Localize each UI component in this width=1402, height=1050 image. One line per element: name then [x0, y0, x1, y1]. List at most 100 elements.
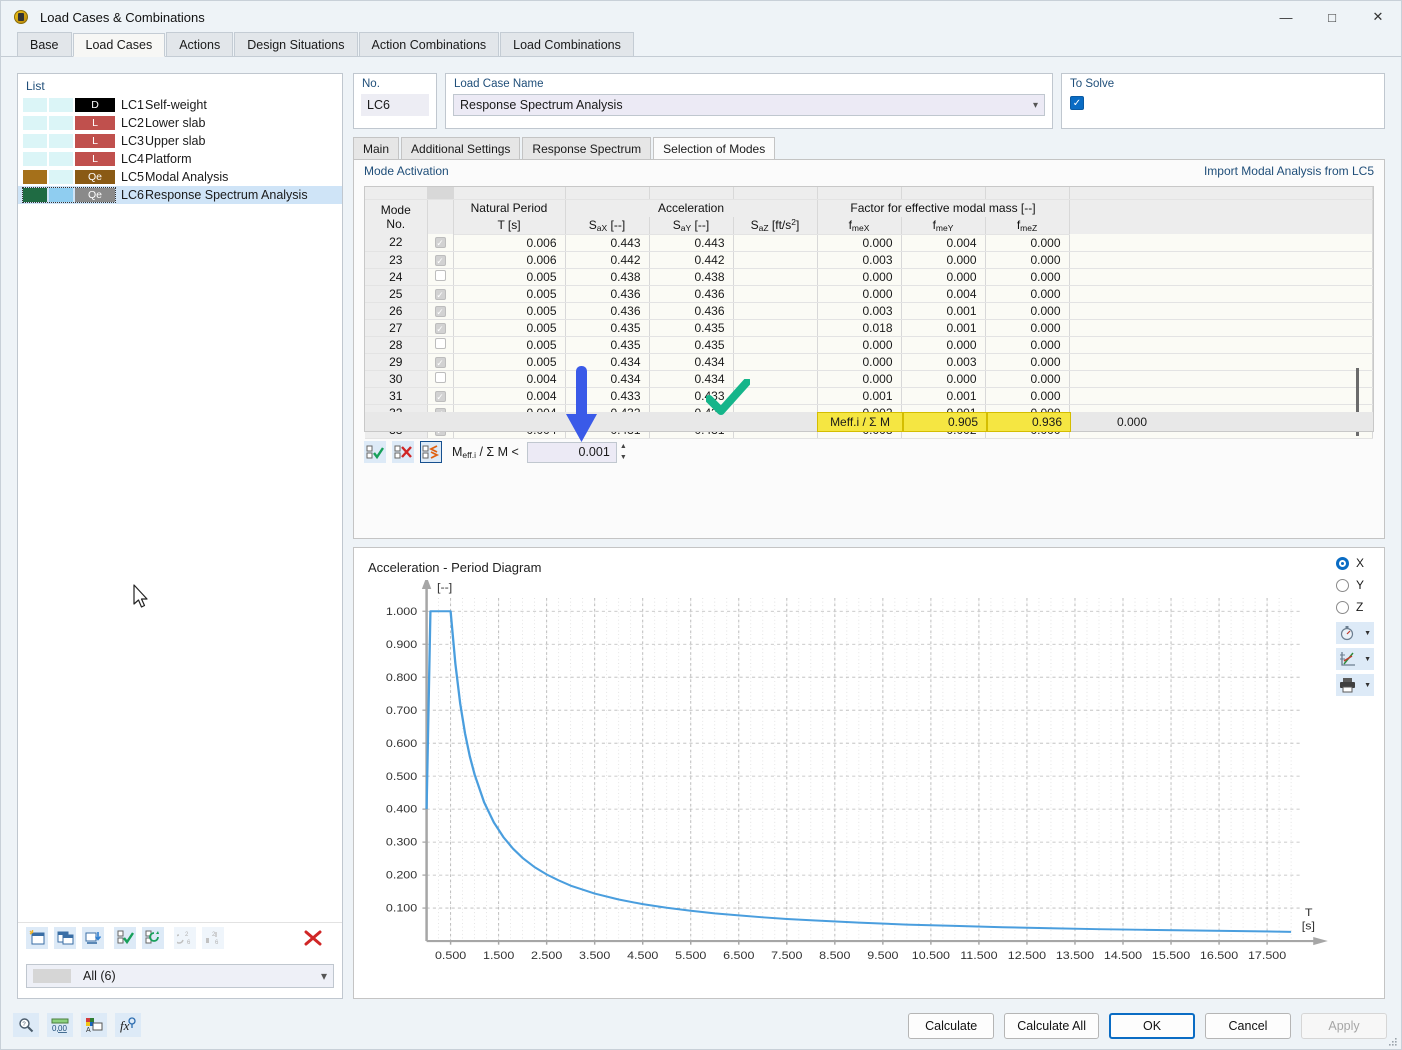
cell-fmeX[interactable]: 0.003	[817, 251, 901, 268]
cell-fmeZ[interactable]: 0.000	[985, 319, 1069, 336]
main-tab-load-combinations[interactable]: Load Combinations	[500, 32, 634, 56]
cell-SaY[interactable]: 0.443	[649, 234, 733, 251]
cell-SaX[interactable]: 0.433	[565, 387, 649, 404]
cell-fmeX[interactable]: 0.001	[817, 387, 901, 404]
maximize-icon[interactable]: □	[1309, 1, 1355, 33]
minimize-icon[interactable]: —	[1263, 1, 1309, 33]
diagram-settings-dropdown[interactable]: ▼	[1336, 648, 1374, 670]
mode-active-checkbox[interactable]: ✓	[427, 387, 453, 404]
activate-all-modes-button[interactable]	[364, 441, 386, 463]
table-row[interactable]: 27✓0.0050.4350.4350.0180.0010.000	[365, 319, 1373, 336]
load-case-no-value[interactable]: LC6	[361, 94, 429, 116]
activate-by-criterion-button[interactable]	[420, 441, 442, 463]
cell-fmeY[interactable]: 0.004	[901, 234, 985, 251]
cell-SaY[interactable]: 0.435	[649, 336, 733, 353]
cell-SaZ[interactable]	[733, 336, 817, 353]
cell-fmeY[interactable]: 0.001	[901, 302, 985, 319]
cell-T[interactable]: 0.005	[453, 319, 565, 336]
col-SaX[interactable]: SaX [--]	[565, 217, 649, 234]
list-filter-dropdown[interactable]: All (6) ▾	[26, 964, 334, 988]
cell-fmeY[interactable]: 0.003	[901, 353, 985, 370]
criterion-stepper[interactable]: ▲▼	[617, 442, 630, 463]
cell-SaX[interactable]: 0.434	[565, 353, 649, 370]
cell-SaX[interactable]: 0.434	[565, 370, 649, 387]
tab-additional-settings[interactable]: Additional Settings	[401, 137, 520, 159]
direction-radio-x[interactable]: X	[1336, 552, 1376, 574]
main-tab-design-situations[interactable]: Design Situations	[234, 32, 357, 56]
cell-fmeY[interactable]: 0.004	[901, 285, 985, 302]
list-item[interactable]: LLC3Upper slab	[18, 132, 342, 150]
cell-SaY[interactable]: 0.436	[649, 285, 733, 302]
load-case-list[interactable]: DLC1Self-weightLLC2Lower slabLLC3Upper s…	[18, 96, 342, 204]
cell-T[interactable]: 0.004	[453, 387, 565, 404]
col-fmeY[interactable]: fmeY	[901, 217, 985, 234]
to-solve-checkbox[interactable]: ✓	[1070, 96, 1084, 110]
cancel-button[interactable]: Cancel	[1205, 1013, 1291, 1039]
display-properties-icon[interactable]: A	[81, 1013, 107, 1037]
cell-fmeX[interactable]: 0.018	[817, 319, 901, 336]
table-row[interactable]: 23✓0.0060.4420.4420.0030.0000.000	[365, 251, 1373, 268]
cell-fmeZ[interactable]: 0.000	[985, 302, 1069, 319]
units-icon[interactable]: 0,00	[47, 1013, 73, 1037]
chevron-down-icon[interactable]: ▼	[1364, 682, 1371, 689]
cell-SaZ[interactable]	[733, 353, 817, 370]
new-load-case-button[interactable]	[26, 927, 48, 949]
main-tab-actions[interactable]: Actions	[166, 32, 233, 56]
list-item[interactable]: LLC4Platform	[18, 150, 342, 168]
table-row[interactable]: 25✓0.0050.4360.4360.0000.0040.000	[365, 285, 1373, 302]
cell-SaZ[interactable]	[733, 234, 817, 251]
col-T[interactable]: T [s]	[453, 217, 565, 234]
print-dropdown[interactable]: ▼	[1336, 674, 1374, 696]
cell-SaZ[interactable]	[733, 370, 817, 387]
table-row[interactable]: 29✓0.0050.4340.4340.0000.0030.000	[365, 353, 1373, 370]
table-row[interactable]: 300.0040.4340.4340.0000.0000.000	[365, 370, 1373, 387]
mode-active-checkbox[interactable]: ✓	[427, 285, 453, 302]
cell-SaY[interactable]: 0.434	[649, 353, 733, 370]
cell-fmeZ[interactable]: 0.000	[985, 387, 1069, 404]
cell-SaZ[interactable]	[733, 302, 817, 319]
spectrum-settings-dropdown[interactable]: ▼	[1336, 622, 1374, 644]
list-item[interactable]: DLC1Self-weight	[18, 96, 342, 114]
mode-active-checkbox[interactable]: ✓	[427, 319, 453, 336]
cell-SaZ[interactable]	[733, 319, 817, 336]
modes-table-scrollbar[interactable]	[1352, 233, 1362, 439]
cell-SaY[interactable]: 0.442	[649, 251, 733, 268]
import-modal-analysis-link[interactable]: Import Modal Analysis from LC5	[1204, 164, 1374, 178]
table-row[interactable]: 22✓0.0060.4430.4430.0000.0040.000	[365, 234, 1373, 251]
cell-fmeZ[interactable]: 0.000	[985, 353, 1069, 370]
cell-T[interactable]: 0.006	[453, 234, 565, 251]
cell-SaY[interactable]: 0.438	[649, 268, 733, 285]
main-tab-load-cases[interactable]: Load Cases	[73, 33, 166, 57]
cell-fmeX[interactable]: 0.000	[817, 370, 901, 387]
chevron-down-icon[interactable]: ▾	[1033, 100, 1038, 111]
cell-fmeY[interactable]: 0.000	[901, 268, 985, 285]
tab-response-spectrum[interactable]: Response Spectrum	[522, 137, 651, 159]
load-case-name-input[interactable]: Response Spectrum Analysis ▾	[453, 94, 1045, 116]
cell-T[interactable]: 0.006	[453, 251, 565, 268]
ok-button[interactable]: OK	[1109, 1013, 1195, 1039]
invert-selection-button[interactable]	[142, 927, 164, 949]
cell-fmeY[interactable]: 0.001	[901, 387, 985, 404]
mode-active-checkbox[interactable]: ✓	[427, 234, 453, 251]
deactivate-all-modes-button[interactable]	[392, 441, 414, 463]
cell-fmeZ[interactable]: 0.000	[985, 251, 1069, 268]
calculate-all-button[interactable]: Calculate All	[1004, 1013, 1099, 1039]
cell-fmeZ[interactable]: 0.000	[985, 370, 1069, 387]
cell-SaZ[interactable]	[733, 285, 817, 302]
direction-radio-z[interactable]: Z	[1336, 596, 1376, 618]
tab-main[interactable]: Main	[353, 137, 399, 159]
col-mode-no[interactable]: Mode No.	[365, 199, 427, 234]
delete-load-case-button[interactable]	[302, 927, 324, 949]
mode-active-checkbox[interactable]: ✓	[427, 251, 453, 268]
col-active[interactable]	[427, 199, 453, 234]
cell-SaY[interactable]: 0.436	[649, 302, 733, 319]
col-fmeZ[interactable]: fmeZ	[985, 217, 1069, 234]
cell-T[interactable]: 0.005	[453, 353, 565, 370]
main-tab-base[interactable]: Base	[17, 32, 72, 56]
radio-icon[interactable]	[1336, 557, 1349, 570]
cell-fmeY[interactable]: 0.000	[901, 370, 985, 387]
calculate-button[interactable]: Calculate	[908, 1013, 994, 1039]
cell-SaY[interactable]: 0.435	[649, 319, 733, 336]
cell-fmeX[interactable]: 0.003	[817, 302, 901, 319]
cell-fmeX[interactable]: 0.000	[817, 234, 901, 251]
